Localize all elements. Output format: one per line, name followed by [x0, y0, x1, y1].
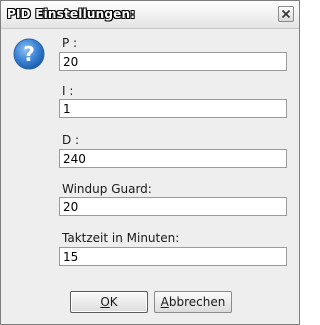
field-label-d: D : — [62, 133, 80, 147]
cancel-mnemonic: A — [160, 295, 169, 309]
ok-button[interactable]: OK — [70, 291, 148, 313]
ok-mnemonic: O — [100, 295, 110, 309]
ok-label-rest: K — [109, 295, 118, 309]
p-input[interactable] — [59, 52, 287, 71]
windup-guard-input[interactable] — [59, 197, 287, 216]
window-title: PID Einstellungen: — [7, 7, 136, 21]
i-input[interactable] — [59, 99, 287, 118]
field-label-windup-guard: Windup Guard: — [62, 182, 152, 196]
field-label-p: P : — [62, 36, 78, 50]
close-button[interactable] — [278, 6, 294, 22]
field-label-taktzeit: Taktzeit in Minuten: — [62, 231, 180, 245]
field-label-i: I : — [62, 84, 74, 98]
taktzeit-input[interactable] — [59, 247, 287, 266]
dialog-window: PID Einstellungen: ? P : I : D : Windup … — [0, 0, 300, 325]
title-bar[interactable]: PID Einstellungen: — [1, 1, 299, 29]
d-input[interactable] — [59, 149, 287, 168]
close-icon — [281, 9, 291, 19]
cancel-button[interactable]: Abbrechen — [154, 291, 232, 313]
question-icon: ? — [13, 38, 45, 70]
cancel-label-rest: bbrechen — [168, 295, 226, 309]
svg-text:?: ? — [23, 42, 35, 66]
